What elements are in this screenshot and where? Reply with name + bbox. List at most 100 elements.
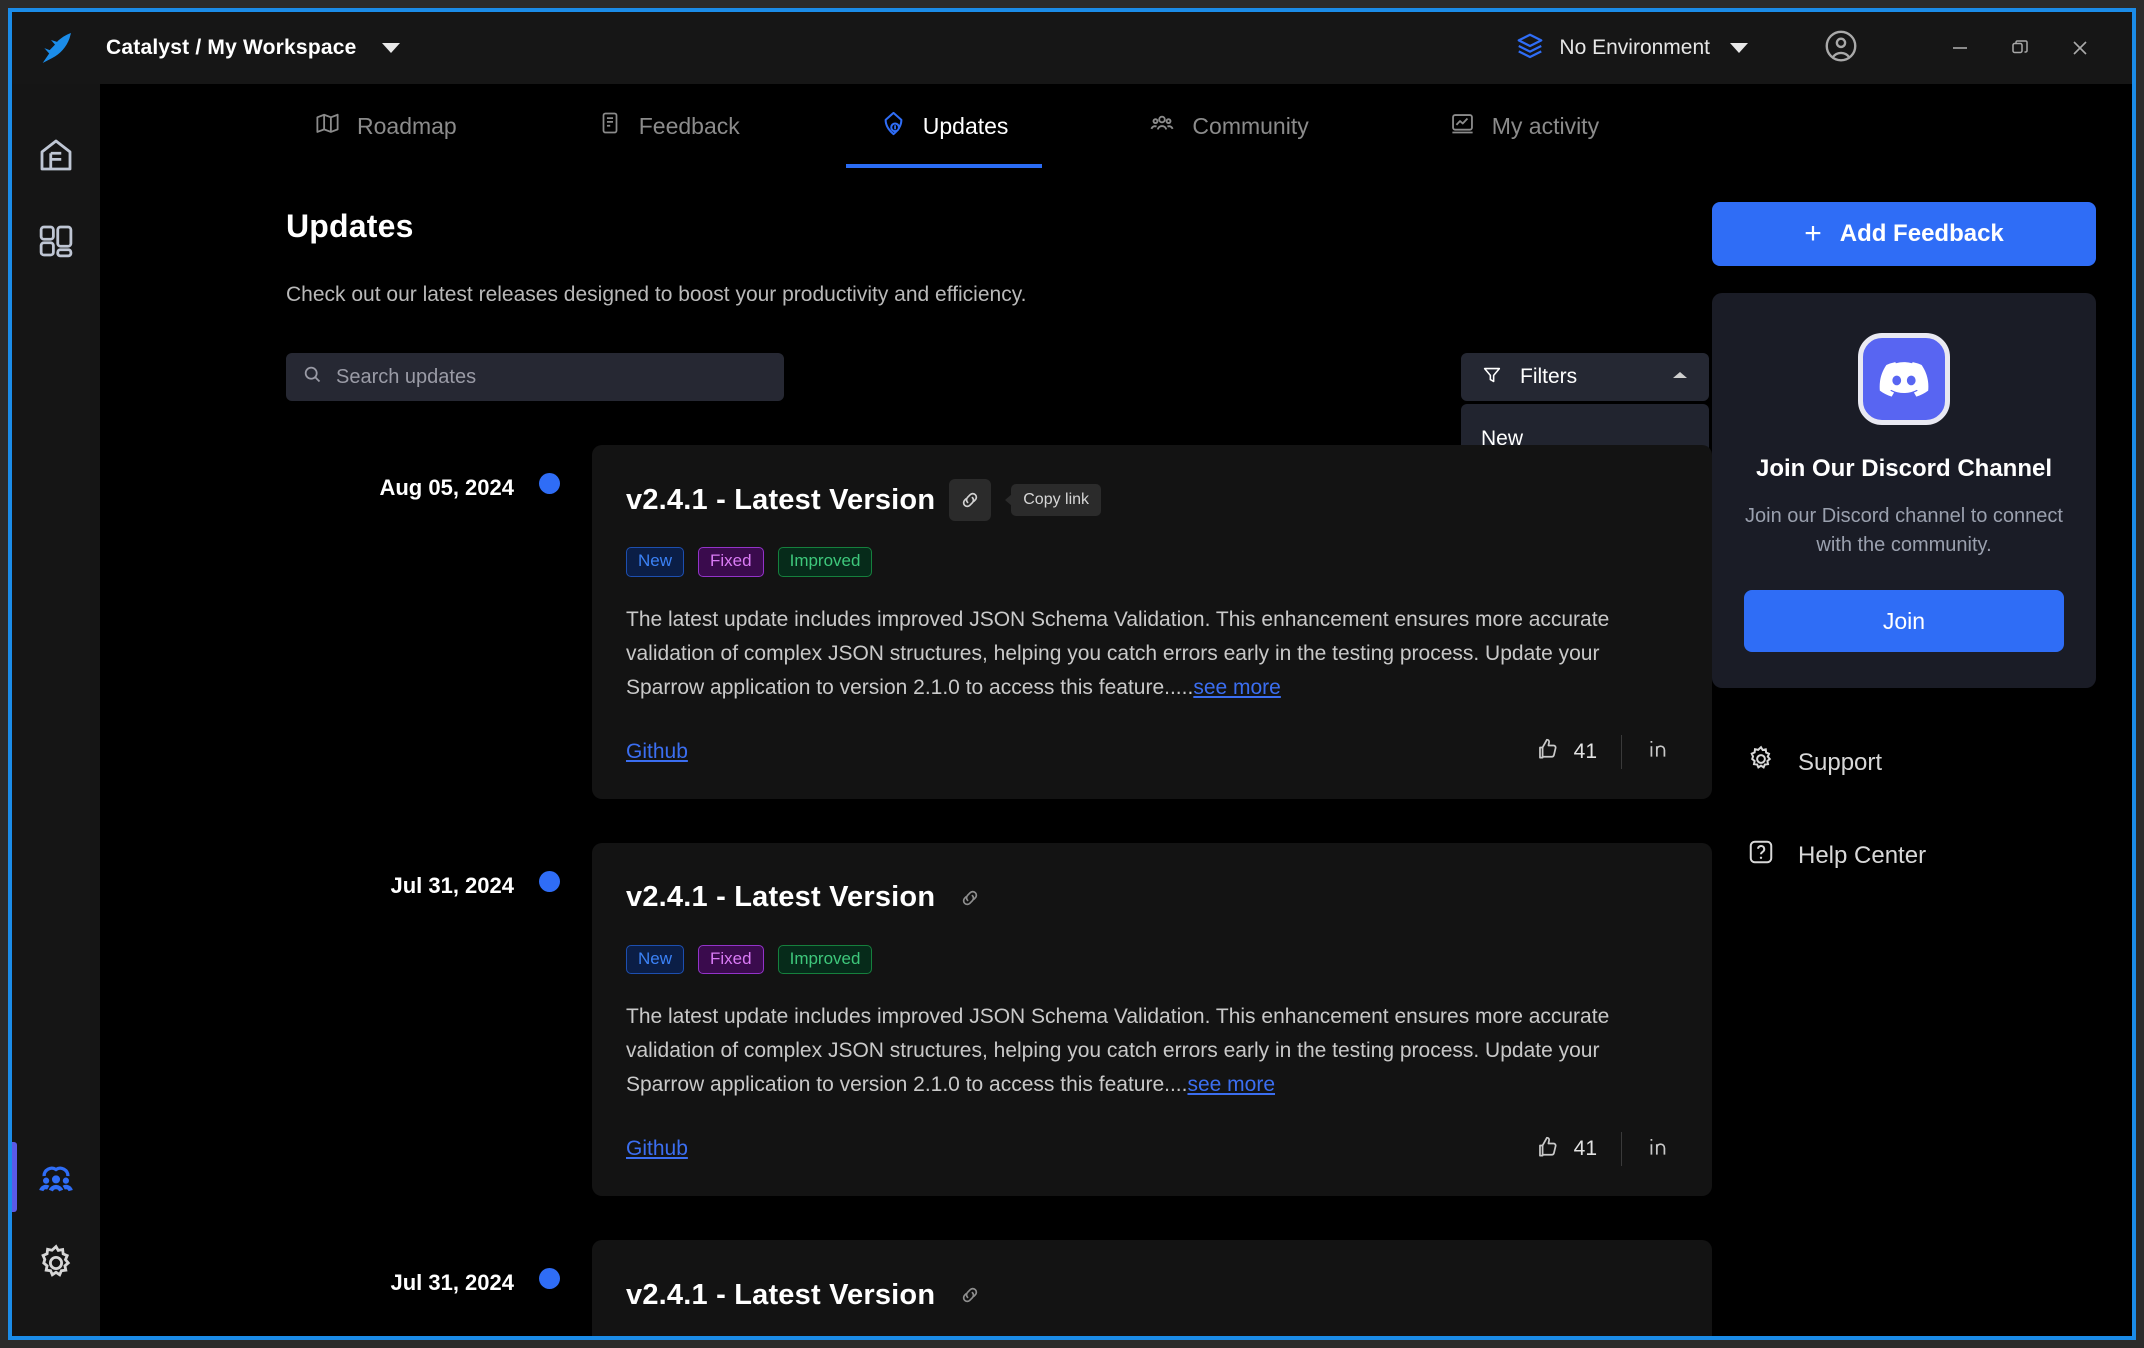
timeline-entry: Jul 31, 2024 v2.4.1 - Latest Version — [286, 843, 1712, 1241]
rail-item-community[interactable] — [12, 1134, 100, 1220]
tag-new: New — [626, 945, 684, 975]
sidebar-link-help-center[interactable]: Help Center — [1712, 837, 2096, 874]
update-card-header: v2.4.1 - Latest Version Copy link — [626, 479, 1672, 521]
discord-join-button[interactable]: Join — [1744, 590, 2064, 652]
update-date: Jul 31, 2024 — [286, 843, 514, 899]
layers-icon — [1515, 31, 1545, 66]
copy-link-button[interactable] — [949, 877, 991, 919]
tag-improved: Improved — [778, 945, 873, 975]
account-button[interactable] — [1822, 27, 1860, 70]
tab-roadmap[interactable]: Roadmap — [280, 84, 491, 168]
rail-item-home[interactable] — [12, 112, 100, 198]
page-title: Updates — [286, 208, 1712, 245]
application-body: Roadmap Feedback — [12, 84, 2132, 1336]
add-feedback-label: Add Feedback — [1840, 220, 2004, 248]
funnel-icon — [1481, 364, 1503, 391]
minimize-button[interactable] — [1930, 23, 1990, 73]
like-button[interactable]: 41 — [1535, 736, 1597, 767]
update-body: The latest update includes improved JSON… — [626, 603, 1672, 705]
discord-title: Join Our Discord Channel — [1744, 455, 2064, 483]
activity-chart-icon — [1449, 110, 1476, 143]
tab-label: Updates — [923, 113, 1009, 140]
people-icon — [1148, 109, 1176, 143]
filters-button[interactable]: Filters — [1461, 353, 1709, 401]
updates-badge-icon — [880, 110, 907, 143]
title-bar: Catalyst / My Workspace No Environment — [12, 12, 2132, 84]
maximize-restore-button[interactable] — [1990, 23, 2050, 73]
tag-new: New — [626, 547, 684, 577]
see-more-link[interactable]: see more — [1187, 1073, 1275, 1096]
environment-label: No Environment — [1559, 36, 1710, 60]
tab-community[interactable]: Community — [1114, 84, 1342, 168]
document-icon — [597, 110, 623, 142]
update-tags: New Fixed Improved — [626, 945, 1672, 975]
gear-icon — [1746, 744, 1776, 781]
update-date: Aug 05, 2024 — [286, 445, 514, 501]
timeline-dot — [539, 473, 560, 494]
search-input[interactable]: Search updates — [336, 366, 476, 389]
update-tags: New Fixed Improved — [626, 547, 1672, 577]
timeline-dot — [539, 871, 560, 892]
environment-caret-icon[interactable] — [1730, 43, 1748, 53]
github-link[interactable]: Github — [626, 1137, 688, 1161]
copy-link-button[interactable] — [949, 1274, 991, 1316]
timeline-dot — [539, 1268, 560, 1289]
main-split: Updates Check out our latest releases de… — [100, 168, 2132, 1336]
sidebar-link-label: Support — [1798, 749, 1882, 777]
chevron-up-icon[interactable] — [1671, 368, 1689, 386]
action-divider — [1621, 1132, 1622, 1166]
workspace-dropdown-caret-icon[interactable] — [382, 43, 400, 53]
workspace-name[interactable]: Catalyst / My Workspace — [106, 36, 356, 60]
linkedin-icon[interactable] — [1646, 1134, 1672, 1165]
plus-icon: + — [1804, 219, 1822, 249]
titlebar-right-controls: No Environment — [1515, 23, 2132, 73]
update-title: v2.4.1 - Latest Version — [626, 484, 935, 517]
tag-fixed: Fixed — [698, 547, 764, 577]
linkedin-icon[interactable] — [1646, 736, 1672, 767]
sparrow-bird-logo-icon — [36, 28, 76, 68]
update-body: The latest update includes improved JSON… — [626, 1000, 1672, 1102]
update-card: v2.4.1 - Latest Version Copy link — [592, 445, 1712, 799]
copy-link-button[interactable] — [949, 479, 991, 521]
tab-my-activity[interactable]: My activity — [1415, 84, 1633, 168]
application-window: Catalyst / My Workspace No Environment — [8, 8, 2136, 1340]
tab-label: Feedback — [639, 113, 740, 140]
update-card-header: v2.4.1 - Latest Version — [626, 877, 1672, 919]
environment-selector[interactable]: No Environment — [1515, 31, 1748, 66]
update-title: v2.4.1 - Latest Version — [626, 881, 935, 914]
filters-label: Filters — [1520, 365, 1654, 389]
sidebar-link-support[interactable]: Support — [1712, 744, 2096, 781]
right-sidebar: + Add Feedback Join Our Discord Channel … — [1712, 168, 2132, 1336]
discord-icon — [1858, 333, 1950, 425]
rail-item-workspaces[interactable] — [12, 198, 100, 284]
search-icon — [302, 364, 323, 390]
thumbs-up-icon — [1535, 736, 1561, 767]
tag-improved: Improved — [778, 547, 873, 577]
update-actions: 41 — [1535, 735, 1672, 769]
like-button[interactable]: 41 — [1535, 1134, 1597, 1165]
thumbs-up-icon — [1535, 1134, 1561, 1165]
page-subtitle: Check out our latest releases designed t… — [286, 283, 1712, 307]
update-card-footer: Github — [626, 735, 1672, 769]
add-feedback-button[interactable]: + Add Feedback — [1712, 202, 2096, 266]
question-mark-icon — [1746, 837, 1776, 874]
update-card: v2.4.1 - Latest Version — [592, 1240, 1712, 1336]
update-card-header: v2.4.1 - Latest Version — [626, 1274, 1672, 1316]
left-rail — [12, 84, 100, 1336]
update-card: v2.4.1 - Latest Version — [592, 843, 1712, 1197]
copy-link-tooltip: Copy link — [1011, 484, 1101, 516]
sidebar-link-label: Help Center — [1798, 842, 1926, 870]
close-button[interactable] — [2050, 23, 2110, 73]
github-link[interactable]: Github — [626, 740, 688, 764]
updates-column: Updates Check out our latest releases de… — [100, 168, 1712, 1336]
tab-updates[interactable]: Updates — [846, 84, 1043, 168]
rail-item-settings[interactable] — [12, 1220, 100, 1306]
updates-timeline: Aug 05, 2024 v2.4.1 - Latest Version — [286, 445, 1712, 1336]
see-more-link[interactable]: see more — [1193, 676, 1281, 699]
action-divider — [1621, 735, 1622, 769]
timeline-entry: Jul 31, 2024 v2.4.1 - Latest Version — [286, 1240, 1712, 1336]
tab-feedback[interactable]: Feedback — [563, 84, 774, 168]
tab-label: Roadmap — [357, 113, 457, 140]
discord-promo-card: Join Our Discord Channel Join our Discor… — [1712, 293, 2096, 688]
search-updates-box[interactable]: Search updates — [286, 353, 784, 401]
